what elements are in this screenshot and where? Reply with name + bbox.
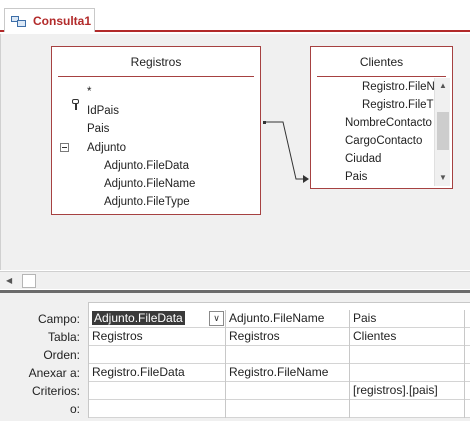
cell-orden-3[interactable] xyxy=(350,346,465,364)
field-cargocontacto[interactable]: CargoContacto xyxy=(345,132,422,150)
field-ciudad[interactable]: Ciudad xyxy=(345,150,381,168)
row-label-o: o: xyxy=(69,402,80,416)
field-pais-clientes[interactable]: Pais xyxy=(345,168,367,186)
hscroll-thumb[interactable] xyxy=(22,274,36,288)
design-grid: Campo: Tabla: Orden: Anexar a: Criterios… xyxy=(0,296,470,421)
cell-campo-3[interactable]: Pais xyxy=(350,310,465,328)
scroll-up-icon[interactable]: ▲ xyxy=(435,78,451,94)
table-title-clientes[interactable]: Clientes xyxy=(317,47,446,77)
cell-criterios-1[interactable] xyxy=(89,382,226,400)
cell-criterios-4[interactable] xyxy=(465,382,470,400)
cell-anexar-2[interactable]: Registro.FileName xyxy=(226,364,350,382)
chevron-down-icon[interactable]: ∨ xyxy=(209,311,224,326)
grid-row-o xyxy=(89,400,470,418)
cell-tabla-3[interactable]: Clientes xyxy=(350,328,465,346)
grid-row-tabla: Registros Registros Clientes xyxy=(89,328,470,346)
cell-o-3[interactable] xyxy=(350,400,465,418)
tab-label: Consulta1 xyxy=(33,13,92,28)
cell-criterios-2[interactable] xyxy=(226,382,350,400)
field-list-scrollbar[interactable]: ▲ ▼ xyxy=(434,78,450,186)
cell-tabla-4[interactable] xyxy=(465,328,470,346)
cell-campo-2[interactable]: Adjunto.FileName xyxy=(226,310,350,328)
column-selector-row[interactable] xyxy=(88,302,470,310)
grid-row-campo: Adjunto.FileData ∨ Adjunto.FileName Pais xyxy=(89,310,470,328)
cell-anexar-1[interactable]: Registro.FileData xyxy=(89,364,226,382)
query-icon xyxy=(11,14,27,28)
cell-tabla-2[interactable]: Registros xyxy=(226,328,350,346)
grid-row-anexar: Registro.FileData Registro.FileName xyxy=(89,364,470,382)
cell-criterios-3[interactable]: [registros].[pais] xyxy=(350,382,465,400)
tab-consulta1[interactable]: Consulta1 xyxy=(4,8,95,32)
field-registro-filen[interactable]: Registro.FileN xyxy=(362,78,434,96)
row-label-anexar: Anexar a: xyxy=(28,366,80,380)
scroll-down-icon[interactable]: ▼ xyxy=(435,170,451,186)
cell-tabla-1[interactable]: Registros xyxy=(89,328,226,346)
row-label-tabla: Tabla: xyxy=(47,330,80,344)
campo-selected-value[interactable]: Adjunto.FileData xyxy=(92,311,185,325)
cell-o-2[interactable] xyxy=(226,400,350,418)
cell-anexar-3[interactable] xyxy=(350,364,465,382)
scroll-thumb[interactable] xyxy=(437,112,449,150)
row-label-campo: Campo: xyxy=(37,312,80,326)
cell-orden-4[interactable] xyxy=(465,346,470,364)
row-label-criterios: Criterios: xyxy=(31,384,80,398)
field-nombrecontacto[interactable]: NombreContacto xyxy=(345,114,434,132)
document-tab-strip: Consulta1 xyxy=(0,0,470,32)
cell-anexar-4[interactable] xyxy=(465,364,470,382)
field-registro-filet[interactable]: Registro.FileT xyxy=(362,96,434,114)
cell-campo-4[interactable] xyxy=(465,310,470,328)
cell-orden-1[interactable] xyxy=(89,346,226,364)
grid-row-criterios: [registros].[pais] xyxy=(89,382,470,400)
grid-row-orden xyxy=(89,346,470,364)
scroll-left-icon[interactable]: ◀ xyxy=(6,275,18,287)
cell-orden-2[interactable] xyxy=(226,346,350,364)
grid-row-labels: Campo: Tabla: Orden: Anexar a: Criterios… xyxy=(0,310,84,418)
query-design-canvas[interactable]: Registros * IdPais Pais Adjunto Adjunto.… xyxy=(0,34,470,270)
cell-o-1[interactable] xyxy=(89,400,226,418)
cell-o-4[interactable] xyxy=(465,400,470,418)
grid-cells: Adjunto.FileData ∨ Adjunto.FileName Pais… xyxy=(88,310,470,418)
table-clientes[interactable]: Clientes Registro.FileN Registro.FileT N… xyxy=(310,46,453,189)
row-label-orden: Orden: xyxy=(43,348,80,362)
canvas-horizontal-scrollbar[interactable]: ◀ xyxy=(0,271,470,289)
cell-campo-1[interactable]: Adjunto.FileData ∨ xyxy=(89,310,226,328)
